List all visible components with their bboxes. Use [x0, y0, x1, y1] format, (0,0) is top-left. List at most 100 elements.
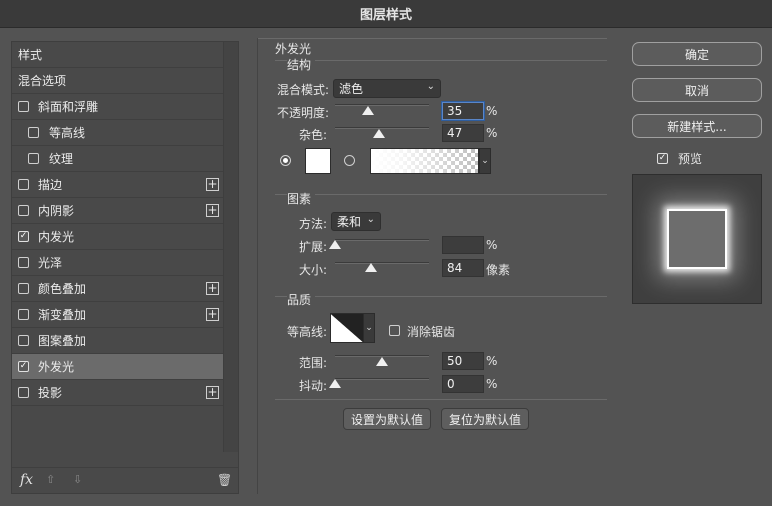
- size-slider-track[interactable]: [335, 262, 429, 264]
- noise-input[interactable]: 47: [442, 124, 484, 142]
- style-item[interactable]: 内阴影 +: [12, 198, 223, 224]
- opacity-input[interactable]: 35: [442, 102, 484, 120]
- outer-glow-settings: 外发光 结构 混合模式: 滤色 ⌄ 不透明度: 35 % 杂色: 47 % ⌄ …: [257, 38, 622, 496]
- blend-options-item[interactable]: 混合选项: [12, 68, 223, 94]
- preview-toggle[interactable]: ✓ 预览: [657, 150, 702, 167]
- style-item-checkbox[interactable]: [18, 257, 29, 268]
- style-item[interactable]: 颜色叠加 +: [12, 276, 223, 302]
- jitter-slider-track[interactable]: [335, 378, 429, 380]
- style-item-checkbox[interactable]: [18, 387, 29, 398]
- style-item-checkbox[interactable]: [18, 309, 29, 320]
- spread-slider-thumb[interactable]: [329, 240, 341, 249]
- style-item[interactable]: ✓ 内发光: [12, 224, 223, 250]
- cancel-label: 取消: [684, 83, 709, 98]
- fx-icon[interactable]: fx: [20, 472, 33, 488]
- jitter-value: 0: [447, 377, 455, 391]
- styles-list-footer: fx ⇧ ⇩ 🗑: [12, 467, 238, 493]
- new-style-label: 新建样式...: [667, 119, 727, 134]
- preview-checkbox[interactable]: ✓: [657, 153, 668, 164]
- styles-header[interactable]: 样式: [12, 42, 223, 68]
- new-style-button[interactable]: 新建样式...: [632, 114, 762, 138]
- gradient-radio[interactable]: [344, 155, 355, 166]
- style-item-checkbox[interactable]: [18, 179, 29, 190]
- style-item[interactable]: 等高线: [12, 120, 223, 146]
- arrow-down-icon[interactable]: ⇩: [73, 473, 82, 486]
- style-item-label: 光泽: [38, 256, 63, 270]
- style-item[interactable]: 光泽: [12, 250, 223, 276]
- size-value: 84: [447, 261, 463, 275]
- gradient-dropdown-button[interactable]: ⌄: [479, 148, 491, 174]
- add-effect-plus-icon[interactable]: +: [206, 282, 219, 295]
- panel-title: 外发光: [275, 42, 312, 56]
- range-slider-thumb[interactable]: [376, 357, 388, 366]
- cancel-button[interactable]: 取消: [632, 78, 762, 102]
- style-item-label: 等高线: [49, 126, 86, 140]
- style-item-checkbox[interactable]: [18, 335, 29, 346]
- glow-color-swatch[interactable]: [305, 148, 331, 174]
- solid-color-radio[interactable]: [280, 155, 291, 166]
- style-item-checkbox[interactable]: [18, 205, 29, 216]
- reset-default-button[interactable]: 复位为默认值: [441, 408, 529, 430]
- jitter-input[interactable]: 0: [442, 375, 484, 393]
- add-effect-plus-icon[interactable]: +: [206, 308, 219, 321]
- styles-list-scrollbar[interactable]: [223, 42, 238, 452]
- style-item[interactable]: 斜面和浮雕: [12, 94, 223, 120]
- style-item[interactable]: 纹理: [12, 146, 223, 172]
- add-effect-plus-icon[interactable]: +: [206, 204, 219, 217]
- spread-input[interactable]: [442, 236, 484, 254]
- jitter-slider-thumb[interactable]: [329, 379, 341, 388]
- chevron-down-icon: ⌄: [426, 81, 435, 92]
- range-label: 范围:: [299, 356, 328, 370]
- style-item-checkbox[interactable]: ✓: [18, 231, 29, 242]
- elements-title: 图素: [287, 190, 316, 207]
- size-input[interactable]: 84: [442, 259, 484, 277]
- blend-options-label: 混合选项: [18, 74, 67, 88]
- blend-mode-label: 混合模式:: [277, 83, 330, 97]
- size-slider-thumb[interactable]: [365, 263, 377, 272]
- style-item[interactable]: 渐变叠加 +: [12, 302, 223, 328]
- style-item[interactable]: 图案叠加: [12, 328, 223, 354]
- style-item[interactable]: 投影 +: [12, 380, 223, 406]
- style-item-label: 颜色叠加: [38, 282, 87, 296]
- add-effect-plus-icon[interactable]: +: [206, 178, 219, 191]
- antialias-checkbox[interactable]: [389, 325, 400, 336]
- method-label: 方法:: [299, 217, 328, 231]
- style-item-checkbox[interactable]: [28, 127, 39, 138]
- set-default-button[interactable]: 设置为默认值: [343, 408, 431, 430]
- opacity-slider-thumb[interactable]: [361, 106, 374, 115]
- quality-bottom-divider: [275, 399, 607, 400]
- contour-thumbnail[interactable]: [330, 313, 364, 343]
- preview-label: 预览: [678, 152, 703, 166]
- ok-button[interactable]: 确定: [632, 42, 762, 66]
- glow-gradient-swatch[interactable]: [370, 148, 479, 174]
- style-item-checkbox[interactable]: ✓: [18, 361, 29, 372]
- contour-dropdown-button[interactable]: ⌄: [363, 313, 375, 343]
- noise-slider-thumb[interactable]: [373, 129, 386, 138]
- opacity-slider-track[interactable]: [335, 104, 429, 106]
- jitter-unit: %: [486, 377, 498, 391]
- elements-divider: [275, 194, 607, 195]
- style-item-label: 斜面和浮雕: [38, 100, 99, 114]
- style-item[interactable]: ✓ 外发光: [12, 354, 223, 380]
- style-item-checkbox[interactable]: [18, 101, 29, 112]
- quality-title: 品质: [287, 291, 316, 308]
- chevron-down-icon: ⌄: [366, 214, 375, 225]
- window-title-bar: 图层样式: [0, 0, 772, 28]
- trash-icon[interactable]: 🗑: [217, 473, 232, 487]
- style-item-label: 投影: [38, 386, 63, 400]
- style-item-checkbox[interactable]: [18, 283, 29, 294]
- range-input[interactable]: 50: [442, 352, 484, 370]
- style-item[interactable]: 描边 +: [12, 172, 223, 198]
- reset-default-label: 复位为默认值: [448, 412, 521, 427]
- spread-unit: %: [486, 238, 498, 252]
- styles-header-label: 样式: [18, 48, 43, 62]
- size-label: 大小:: [299, 263, 328, 277]
- method-select[interactable]: 柔和 ⌄: [331, 212, 381, 231]
- style-item-checkbox[interactable]: [28, 153, 39, 164]
- spread-slider-track[interactable]: [335, 239, 429, 241]
- add-effect-plus-icon[interactable]: +: [206, 386, 219, 399]
- arrow-up-icon[interactable]: ⇧: [46, 473, 55, 486]
- set-default-label: 设置为默认值: [350, 412, 423, 427]
- blend-mode-select[interactable]: 滤色 ⌄: [333, 79, 441, 98]
- contour-label: 等高线:: [287, 325, 328, 339]
